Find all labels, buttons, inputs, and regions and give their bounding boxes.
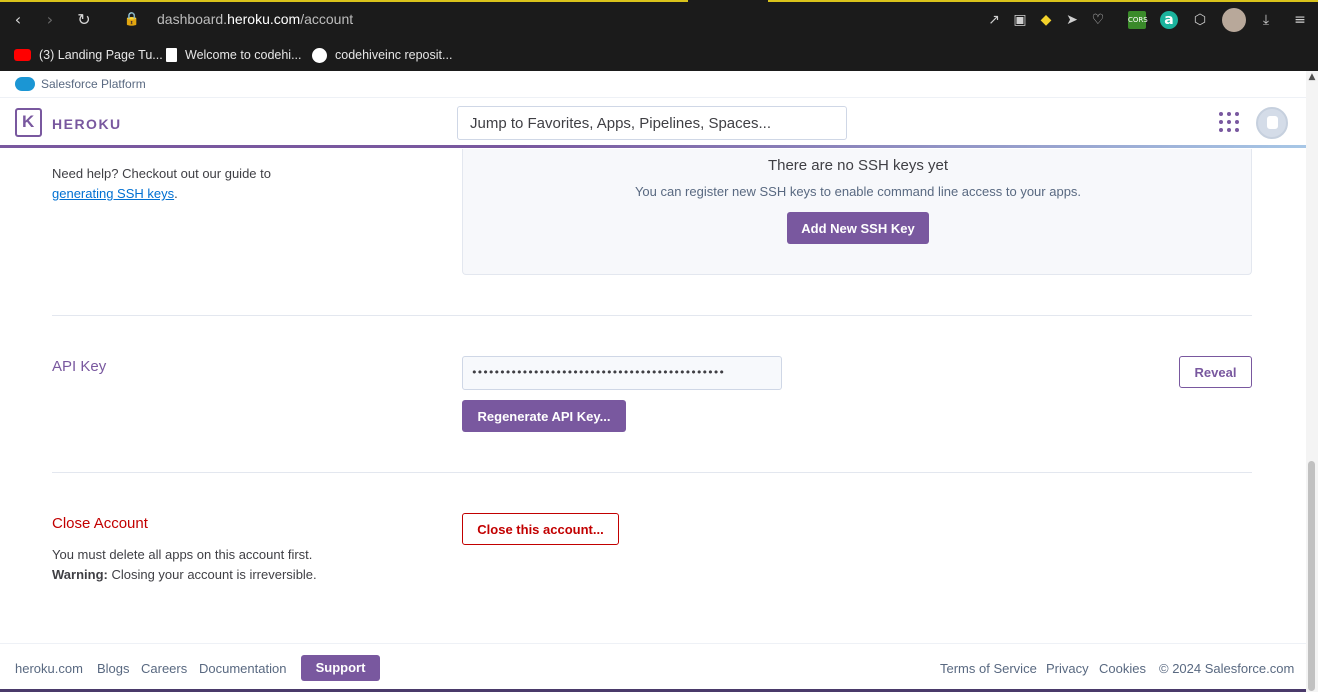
footer-link-documentation[interactable]: Documentation — [199, 661, 286, 676]
salesforce-platform-bar: Salesforce Platform — [0, 71, 1306, 98]
api-key-field[interactable]: ••••••••••••••••••••••••••••••••••••••••… — [462, 356, 782, 390]
generating-ssh-keys-link[interactable]: generating SSH keys — [52, 186, 174, 201]
send-icon[interactable]: ➤ — [1063, 11, 1081, 29]
bookmark-item[interactable]: codehiveinc reposit... — [312, 45, 452, 65]
forward-icon[interactable]: › — [40, 10, 60, 30]
bookmark-label: codehiveinc reposit... — [335, 48, 453, 62]
apps-grid-icon[interactable] — [1219, 112, 1239, 132]
cors-extension-icon[interactable]: CORS — [1128, 11, 1148, 29]
download-icon[interactable]: ⤓ — [1257, 11, 1275, 29]
browser-toolbar: ‹ › ↻ 🔒 dashboard.heroku.com/account ↗ ▣… — [0, 0, 1318, 40]
address-bar[interactable]: dashboard.heroku.com/account — [157, 11, 353, 27]
heart-icon[interactable]: ♡ — [1089, 11, 1107, 29]
shield-check-icon[interactable]: ◆ — [1037, 11, 1055, 29]
bookmark-item[interactable]: Welcome to codehi... — [166, 45, 302, 65]
heroku-logo-icon[interactable]: K — [15, 108, 42, 137]
footer-link-blogs[interactable]: Blogs — [97, 661, 130, 676]
add-ssh-key-button[interactable]: Add New SSH Key — [787, 212, 929, 244]
bookmark-item[interactable]: (3) Landing Page Tu... — [14, 45, 163, 65]
divider — [52, 472, 1252, 473]
camera-icon[interactable]: ▣ — [1011, 11, 1029, 29]
profile-avatar[interactable] — [1222, 8, 1246, 32]
scrollbar-thumb[interactable] — [1308, 461, 1315, 691]
footer-link-privacy[interactable]: Privacy — [1046, 661, 1089, 676]
back-icon[interactable]: ‹ — [8, 10, 28, 30]
document-icon — [166, 48, 177, 62]
footer-link-terms[interactable]: Terms of Service — [940, 661, 1037, 676]
cube-icon[interactable]: ⬡ — [1191, 11, 1209, 29]
menu-icon[interactable]: ≡ — [1291, 11, 1309, 29]
platform-label: Salesforce Platform — [41, 77, 146, 91]
reveal-button[interactable]: Reveal — [1179, 356, 1252, 388]
api-key-title: API Key — [52, 358, 107, 375]
footer-link-heroku[interactable]: heroku.com — [15, 661, 83, 676]
ssh-keys-empty-panel: There are no SSH keys yet You can regist… — [462, 149, 1252, 275]
scroll-up-icon[interactable]: ▲ — [1306, 71, 1318, 83]
support-button[interactable]: Support — [301, 655, 380, 681]
salesforce-cloud-icon — [15, 77, 35, 91]
bookmark-label: Welcome to codehi... — [185, 48, 302, 62]
ssh-empty-subtitle: You can register new SSH keys to enable … — [634, 184, 1082, 199]
footer-link-careers[interactable]: Careers — [141, 661, 187, 676]
loading-bar-segment — [768, 0, 1318, 2]
close-account-description: You must delete all apps on this account… — [52, 547, 317, 582]
lock-icon[interactable]: 🔒 — [122, 10, 142, 30]
ssh-help-text: Need help? Checkout out our guide to gen… — [52, 166, 271, 201]
youtube-icon — [14, 49, 31, 61]
share-icon[interactable]: ↗ — [985, 11, 1003, 29]
bookmarks-bar: (3) Landing Page Tu... Welcome to codehi… — [0, 40, 1318, 71]
github-icon — [312, 47, 327, 63]
reload-icon[interactable]: ↻ — [74, 10, 94, 30]
footer-link-cookies[interactable]: Cookies — [1099, 661, 1146, 676]
bookmark-label: (3) Landing Page Tu... — [39, 48, 163, 62]
ssh-empty-title: There are no SSH keys yet — [767, 157, 949, 174]
footer-copyright: © 2024 Salesforce.com — [1159, 661, 1295, 676]
page-content: Salesforce Platform K HEROKU Need help? … — [0, 71, 1318, 692]
close-account-button[interactable]: Close this account... — [462, 513, 619, 545]
loading-bar — [0, 0, 688, 2]
heroku-header: K HEROKU — [0, 98, 1306, 148]
divider — [52, 315, 1252, 316]
footer: heroku.com Blogs Careers Documentation S… — [0, 643, 1306, 692]
heroku-logo-text[interactable]: HEROKU — [52, 116, 122, 132]
close-account-title: Close Account — [52, 515, 148, 532]
regenerate-api-key-button[interactable]: Regenerate API Key... — [462, 400, 626, 432]
user-avatar[interactable] — [1256, 107, 1288, 139]
extension-a-icon[interactable]: a — [1160, 11, 1178, 29]
search-input[interactable] — [457, 106, 847, 140]
